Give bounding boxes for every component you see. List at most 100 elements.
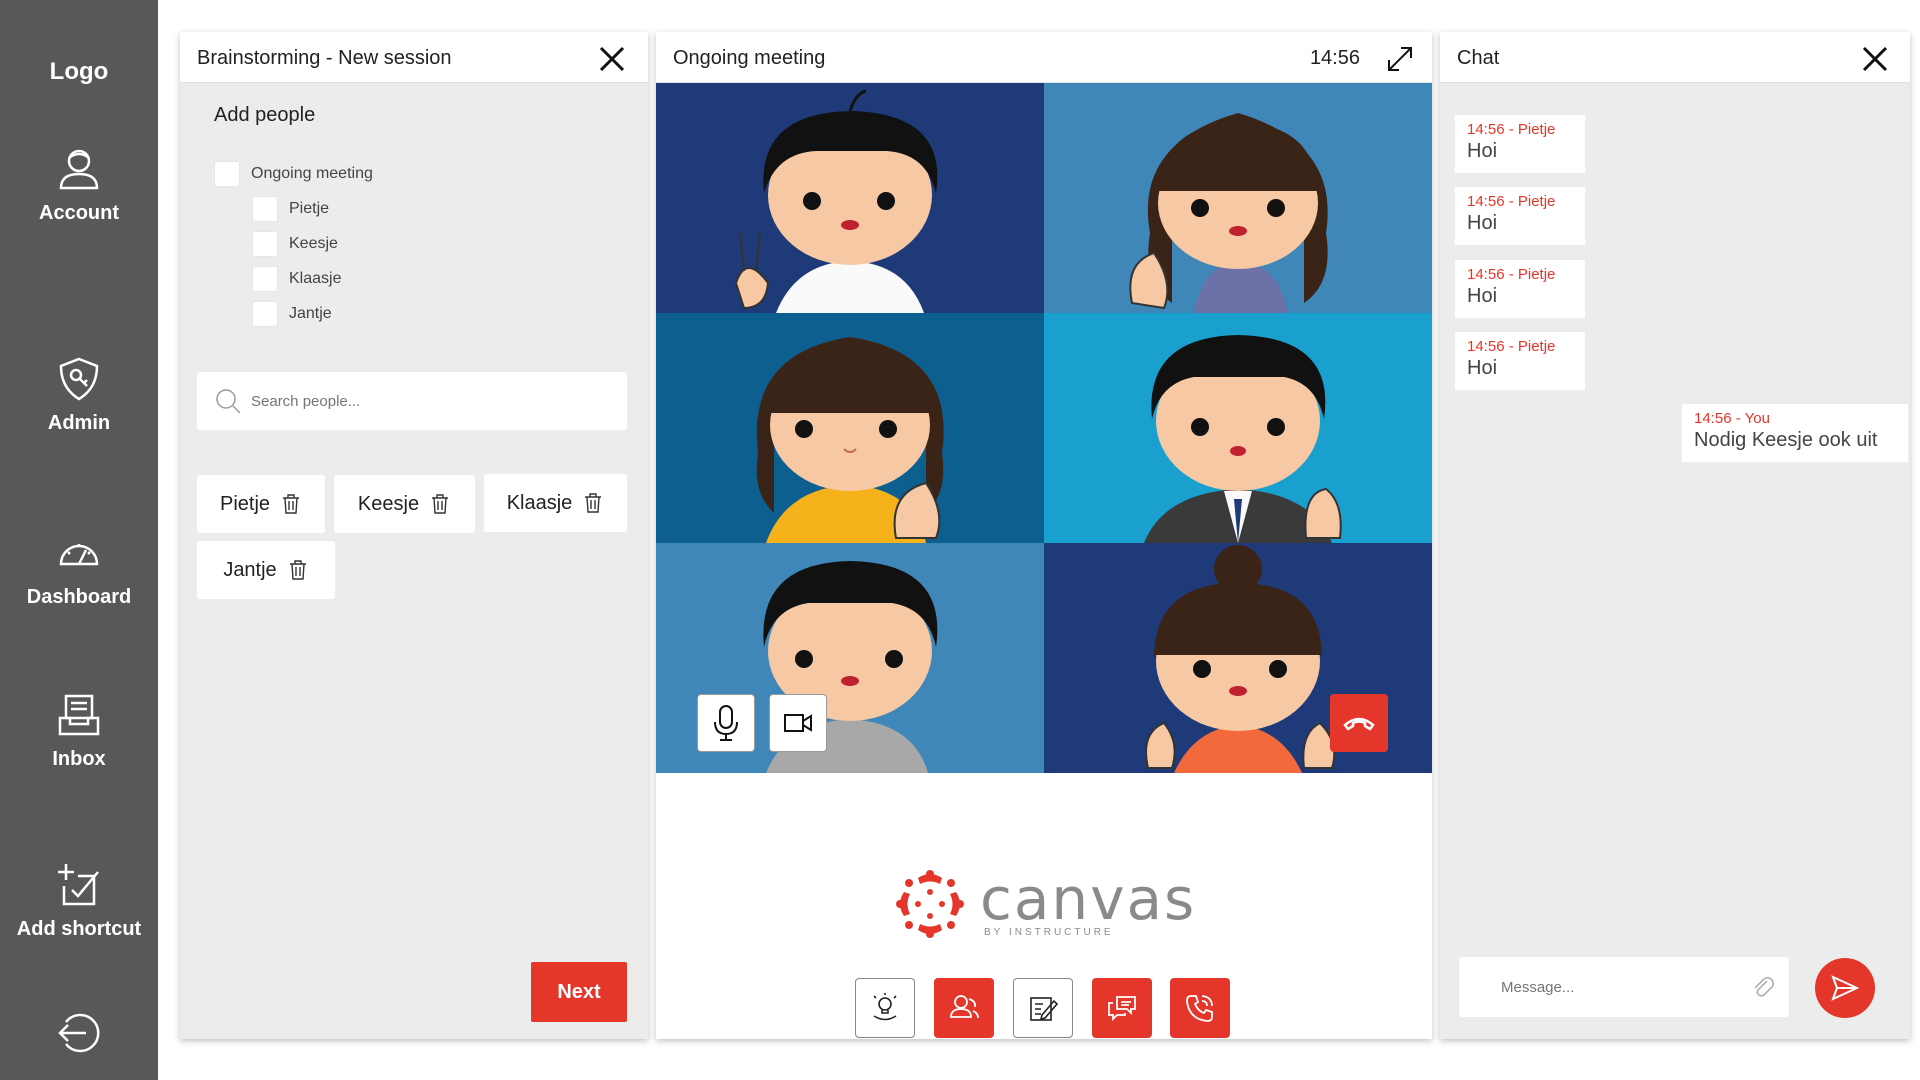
sidebar-item-inbox[interactable]: Inbox: [0, 692, 158, 771]
sidebar-item-account[interactable]: Account: [0, 146, 158, 225]
sidebar-item-add-shortcut[interactable]: Add shortcut: [0, 862, 158, 941]
expand-icon[interactable]: [1386, 45, 1414, 73]
person-checkbox-row[interactable]: Pietje: [252, 196, 329, 222]
search-input[interactable]: [251, 392, 591, 410]
message-field[interactable]: [1459, 957, 1789, 1017]
sidebar-item-label: Admin: [47, 412, 111, 434]
panel-header: Brainstorming - New session: [180, 32, 648, 83]
logo: Logo: [49, 58, 109, 85]
participants-tool-button[interactable]: [934, 978, 994, 1038]
checkbox[interactable]: [252, 301, 278, 327]
message-text: Hoi: [1467, 357, 1498, 379]
ideas-tool-button[interactable]: [855, 978, 915, 1038]
edit-note-icon: [1030, 997, 1058, 1021]
call-tool-button[interactable]: [1170, 978, 1230, 1038]
message-meta: 14:56 - Pietje: [1467, 266, 1556, 283]
trash-icon[interactable]: [280, 493, 302, 515]
meeting-timer: 14:56: [1309, 47, 1360, 69]
checkbox[interactable]: [252, 266, 278, 292]
message-meta: 14:56 - Pietje: [1467, 338, 1556, 355]
selected-person-chip: Keesje: [334, 475, 475, 533]
close-icon[interactable]: [598, 45, 626, 73]
send-button[interactable]: [1815, 958, 1875, 1018]
chip-label: Keesje: [357, 492, 420, 515]
meeting-panel: Ongoing meeting 14:56 canvas BY INSTRUCT…: [656, 32, 1432, 1039]
video-tile[interactable]: [656, 83, 1044, 313]
trash-icon[interactable]: [287, 559, 309, 581]
panel-header: Ongoing meeting 14:56: [656, 32, 1432, 83]
chat-message: 14:56 - Pietje Hoi: [1455, 115, 1585, 173]
group-checkbox-row[interactable]: Ongoing meeting: [214, 161, 373, 187]
participant-avatar: [1129, 113, 1328, 313]
chat-message: 14:56 - Pietje Hoi: [1455, 187, 1585, 245]
lightbulb-icon: [873, 993, 897, 1021]
video-tile[interactable]: [1044, 83, 1432, 313]
sidebar-item-admin[interactable]: Admin: [0, 356, 158, 435]
message-meta: 14:56 - Pietje: [1467, 121, 1556, 138]
add-people-heading: Add people: [214, 104, 316, 126]
selected-person-chip: Jantje: [197, 541, 335, 599]
inbox-icon: [58, 694, 100, 736]
close-icon[interactable]: [1861, 45, 1889, 73]
trash-icon[interactable]: [582, 492, 604, 514]
canvas-logo-mark: [896, 870, 964, 938]
camera-icon: [784, 714, 812, 732]
logout-button[interactable]: [0, 1010, 158, 1066]
next-button[interactable]: Next: [531, 962, 627, 1022]
message-text: Hoi: [1467, 212, 1498, 234]
message-text: Hoi: [1467, 285, 1498, 307]
chat-message: 14:56 - Pietje Hoi: [1455, 260, 1585, 318]
message-meta: 14:56 - Pietje: [1467, 193, 1556, 210]
trash-icon[interactable]: [429, 493, 451, 515]
video-tile[interactable]: [656, 313, 1044, 543]
chip-label: Jantje: [223, 558, 277, 581]
notes-tool-button[interactable]: [1013, 978, 1073, 1038]
checkbox[interactable]: [214, 161, 240, 187]
phone-call-icon: [1186, 995, 1213, 1022]
message-text: Nodig Keesje ook uit: [1694, 429, 1878, 451]
chat-message: 14:56 - Pietje Hoi: [1455, 332, 1585, 390]
search-icon: [216, 389, 241, 414]
add-shortcut-icon: [58, 864, 99, 906]
person-checkbox-row[interactable]: Klaasje: [252, 266, 341, 292]
chat-message-own: 14:56 - You Nodig Keesje ook uit: [1682, 404, 1908, 462]
selected-person-chip: Pietje: [197, 475, 325, 533]
chat-bubbles-icon: [1108, 996, 1136, 1022]
canvas-word: canvas: [980, 864, 1197, 933]
participant-avatar: [756, 337, 944, 543]
chip-label: Pietje: [219, 492, 271, 515]
canvas-logo: canvas BY INSTRUCTURE: [896, 870, 1196, 938]
panel-header: Chat: [1440, 32, 1910, 83]
selected-person-chip: Klaasje: [484, 474, 627, 532]
paperclip-icon[interactable]: [1751, 975, 1775, 999]
message-input[interactable]: [1501, 978, 1751, 996]
sidebar-item-label: Account: [39, 202, 119, 224]
chat-tool-button[interactable]: [1092, 978, 1152, 1038]
chat-panel: Chat 14:56 - Pietje Hoi 14:56 - Pietje H…: [1440, 32, 1910, 1039]
hang-up-button[interactable]: [1330, 694, 1388, 752]
person-checkbox-row[interactable]: Jantje: [252, 301, 332, 327]
participant-avatar: [734, 89, 938, 313]
panel-title: Brainstorming - New session: [197, 47, 452, 69]
sidebar: Logo Account Admin Dashboard Inbox Add s…: [0, 0, 158, 1080]
sidebar-item-dashboard[interactable]: Dashboard: [0, 530, 158, 609]
admin-shield-icon: [59, 357, 99, 401]
checkbox[interactable]: [252, 231, 278, 257]
checkbox[interactable]: [252, 196, 278, 222]
message-text: Hoi: [1467, 140, 1498, 162]
person-checkbox-row[interactable]: Keesje: [252, 231, 338, 257]
checkbox-label: Pietje: [289, 200, 330, 217]
checkbox-label: Klaasje: [289, 270, 342, 287]
checkbox-label: Jantje: [289, 305, 332, 322]
search-people-field[interactable]: [197, 372, 627, 430]
checkbox-label: Ongoing meeting: [251, 165, 373, 182]
video-tile[interactable]: [1044, 313, 1432, 543]
camera-button[interactable]: [769, 694, 827, 752]
sidebar-item-label: Add shortcut: [16, 918, 142, 940]
panel-title: Chat: [1457, 47, 1500, 69]
microphone-button[interactable]: [697, 694, 755, 752]
checkbox-label: Keesje: [289, 235, 338, 252]
message-meta: 14:56 - You: [1694, 410, 1770, 427]
people-icon: [950, 995, 979, 1019]
logout-icon: [58, 1013, 100, 1053]
